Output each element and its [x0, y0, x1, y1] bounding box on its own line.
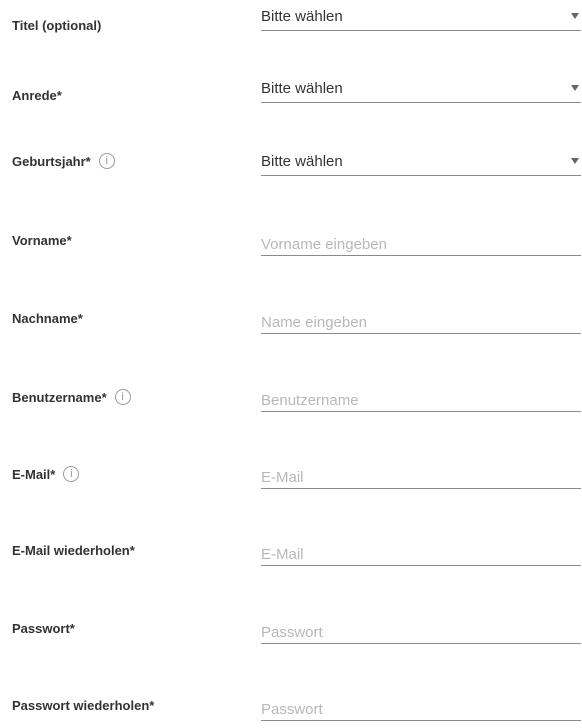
- first-name-label: Vorname*: [12, 233, 72, 248]
- title-select[interactable]: Bitte wählen: [261, 8, 581, 31]
- username-label: Benutzername* i: [12, 389, 131, 405]
- email-label: E-Mail* i: [12, 466, 80, 482]
- birth-year-select[interactable]: Bitte wählen: [261, 153, 581, 176]
- last-name-field[interactable]: [261, 311, 581, 334]
- title-label-text: Titel (optional): [12, 18, 102, 33]
- username-field[interactable]: [261, 389, 581, 412]
- salutation-select[interactable]: Bitte wählen: [261, 80, 581, 103]
- username-input[interactable]: [261, 389, 579, 411]
- birth-year-label-text: Geburtsjahr*: [12, 153, 91, 169]
- first-name-label-text: Vorname*: [12, 233, 72, 248]
- info-icon[interactable]: i: [114, 389, 131, 405]
- salutation-select-value: Bitte wählen: [261, 80, 343, 97]
- first-name-input[interactable]: [261, 233, 579, 255]
- salutation-label: Anrede*: [12, 88, 62, 103]
- password-repeat-field[interactable]: [261, 698, 581, 721]
- password-input[interactable]: [261, 621, 579, 643]
- password-repeat-label-text: Passwort wiederholen*: [12, 698, 155, 713]
- username-label-text: Benutzername*: [12, 389, 107, 405]
- registration-form: Titel (optional) Bitte wählen Anrede* Bi…: [0, 0, 582, 728]
- password-label-text: Passwort*: [12, 621, 75, 636]
- email-label-text: E-Mail*: [12, 466, 56, 482]
- title-label: Titel (optional): [12, 18, 101, 33]
- birth-year-label: Geburtsjahr* i: [12, 153, 115, 169]
- last-name-input[interactable]: [261, 311, 579, 333]
- email-input[interactable]: [261, 466, 579, 488]
- email-field[interactable]: [261, 466, 581, 489]
- salutation-label-text: Anrede*: [12, 88, 62, 103]
- chevron-down-icon: [571, 158, 579, 164]
- birth-year-select-value: Bitte wählen: [261, 153, 343, 170]
- password-repeat-label: Passwort wiederholen*: [12, 698, 154, 713]
- info-icon[interactable]: i: [63, 466, 80, 482]
- chevron-down-icon: [571, 85, 579, 91]
- chevron-down-icon: [571, 13, 579, 19]
- info-icon[interactable]: i: [98, 153, 115, 169]
- last-name-label-text: Nachname*: [12, 311, 83, 326]
- last-name-label: Nachname*: [12, 311, 83, 326]
- password-label: Passwort*: [12, 621, 75, 636]
- password-field[interactable]: [261, 621, 581, 644]
- email-repeat-label-text: E-Mail wiederholen*: [12, 543, 135, 558]
- first-name-field[interactable]: [261, 233, 581, 256]
- email-repeat-field[interactable]: [261, 543, 581, 566]
- title-select-value: Bitte wählen: [261, 8, 343, 25]
- email-repeat-input[interactable]: [261, 543, 579, 565]
- password-repeat-input[interactable]: [261, 698, 579, 720]
- email-repeat-label: E-Mail wiederholen*: [12, 543, 135, 558]
